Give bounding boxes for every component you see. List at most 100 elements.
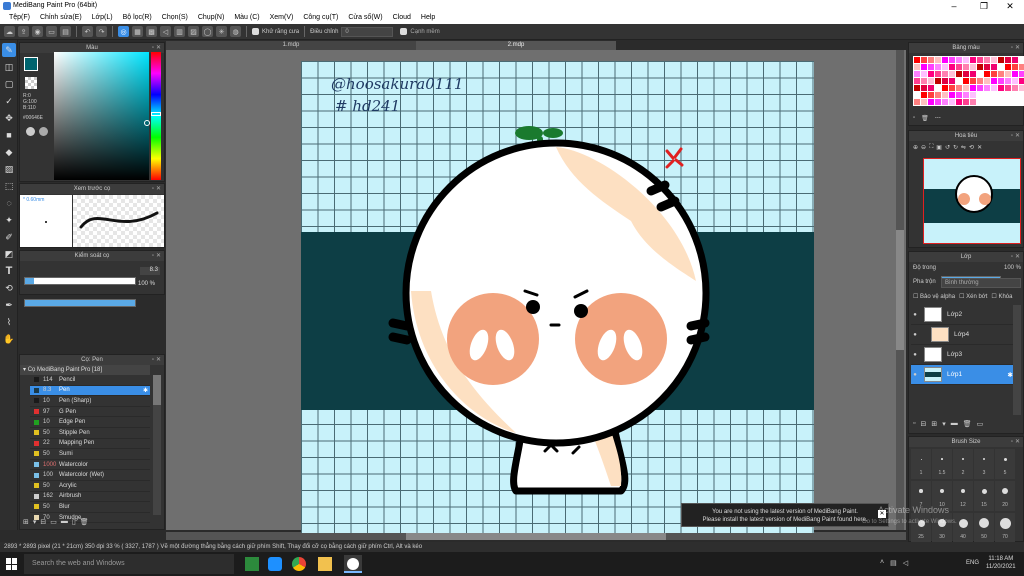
eye-icon[interactable]: ● — [911, 312, 919, 318]
palette-swatch[interactable] — [935, 99, 941, 105]
smooth-checkbox[interactable] — [400, 28, 408, 35]
clock[interactable]: 11:18 AM 11/20/2021 — [986, 555, 1016, 571]
palette-menu[interactable]: --- — [935, 115, 941, 122]
menu-filter[interactable]: Bộ lọc(R) — [118, 12, 157, 24]
palette-swatch[interactable] — [1012, 99, 1018, 105]
layer-menu-icon[interactable]: ▾ — [942, 420, 946, 428]
palette-swatch[interactable] — [921, 78, 927, 84]
brush-size-cell[interactable]: 1 — [911, 449, 931, 479]
palette-swatch[interactable] — [1012, 78, 1018, 84]
palette-swatch[interactable] — [977, 99, 983, 105]
rectangle-tool-icon[interactable]: ■ — [2, 128, 16, 142]
brush-size-grid[interactable]: 1 1.5 2 3 5 7 10 12 15 20 25 30 40 50 70 — [911, 449, 1015, 543]
layer-item[interactable]: ● Lớp4 — [911, 325, 1015, 345]
layer-item-selected[interactable]: ● Lớp1 ✱ — [911, 365, 1015, 385]
panel-close-icon[interactable]: ✕ — [156, 251, 161, 261]
trash-icon[interactable]: 🗑 — [921, 115, 929, 122]
palette-swatch[interactable] — [921, 99, 927, 105]
panel-float-icon[interactable]: ▫ — [1011, 437, 1013, 447]
brush-list-scrollbar[interactable] — [153, 375, 161, 515]
lock-checkbox[interactable]: ☐ Khóa — [991, 293, 1012, 300]
menu-tools[interactable]: Công cụ(T) — [298, 12, 343, 24]
brush-item[interactable]: 10 Pen (Sharp) — [30, 396, 150, 407]
palette-swatch[interactable] — [914, 71, 920, 77]
navigator-close-icon[interactable]: ✕ — [977, 144, 982, 151]
panel-float-icon[interactable]: ▫ — [1011, 252, 1013, 262]
palette-swatch[interactable] — [1005, 71, 1011, 77]
close-button[interactable]: ✕ — [996, 0, 1024, 12]
layer-item[interactable]: ● Lớp3 — [911, 345, 1015, 365]
layer-list-scrollbar[interactable] — [1013, 305, 1021, 415]
brush-copy-icon[interactable]: ▭ — [50, 518, 57, 526]
pen-tool-icon[interactable]: ✎ — [2, 43, 16, 57]
brush-size-cell[interactable]: 30 — [932, 513, 952, 543]
menu-color[interactable]: Màu (C) — [229, 12, 264, 24]
palette-swatch[interactable] — [998, 71, 1004, 77]
magic-wand-tool-icon[interactable]: ✦ — [2, 213, 16, 227]
palette-swatch[interactable] — [991, 92, 997, 98]
panel-close-icon[interactable]: ✕ — [156, 184, 161, 194]
tray-arrow-icon[interactable]: ˄ — [880, 559, 884, 567]
clipping-checkbox[interactable]: ☐ Xén bớt — [959, 293, 987, 300]
check-tool-icon[interactable]: ✓ — [2, 94, 16, 108]
hue-slider[interactable] — [151, 52, 161, 180]
palette-swatch[interactable] — [921, 85, 927, 91]
scrollbar-thumb[interactable] — [896, 230, 904, 350]
redo-icon[interactable]: ↷ — [96, 26, 107, 37]
palette-swatch[interactable] — [914, 92, 920, 98]
palette-swatch[interactable] — [1005, 85, 1011, 91]
brush-item-selected[interactable]: 8.3 Pen ✱ — [30, 385, 150, 397]
palette-swatch[interactable] — [1005, 57, 1011, 63]
panel-close-icon[interactable]: ✕ — [1015, 43, 1020, 53]
menu-snap[interactable]: Chụp(N) — [193, 12, 229, 24]
input-language[interactable]: ENG — [966, 560, 979, 566]
folder-icon[interactable] — [318, 557, 332, 571]
palette-swatch[interactable] — [949, 57, 955, 63]
color-settings-icon[interactable] — [39, 127, 48, 136]
palette-swatch[interactable] — [914, 78, 920, 84]
dot-tool-icon[interactable]: ▢ — [2, 77, 16, 91]
palette-swatch[interactable] — [949, 64, 955, 70]
palette-swatch[interactable] — [1012, 57, 1018, 63]
palette-swatch[interactable] — [970, 71, 976, 77]
palette-swatch[interactable] — [970, 78, 976, 84]
brush-size-cell[interactable]: 40 — [953, 513, 973, 543]
palette-swatch[interactable] — [1019, 92, 1024, 98]
palette-swatch[interactable] — [998, 99, 1004, 105]
chrome-icon[interactable] — [292, 557, 306, 571]
brush-item[interactable]: 97 G Pen — [30, 407, 150, 418]
palette-swatch[interactable] — [942, 85, 948, 91]
taskbar-search-input[interactable]: Search the web and Windows — [24, 554, 234, 574]
brush-item[interactable]: 50 Acrylic — [30, 481, 150, 492]
brush-size-cell[interactable]: 20 — [995, 481, 1015, 511]
zoom-out-icon[interactable]: ⊖ — [921, 144, 926, 151]
brush-item[interactable]: 1000 Watercolor — [30, 460, 150, 471]
canvas-vertical-scrollbar[interactable] — [896, 50, 904, 530]
palette-swatch[interactable] — [1019, 57, 1024, 63]
palette-swatch[interactable] — [977, 85, 983, 91]
brush-item[interactable]: 50 Blur — [30, 502, 150, 513]
palette-swatch[interactable] — [970, 99, 976, 105]
operation-tool-icon[interactable]: ⟲ — [2, 281, 16, 295]
brush-size-cell[interactable]: 70 — [995, 513, 1015, 543]
palette-swatch[interactable] — [1019, 78, 1024, 84]
palette-swatch[interactable] — [935, 85, 941, 91]
palette-swatch[interactable] — [984, 78, 990, 84]
adjust-input[interactable]: 0 — [341, 26, 394, 37]
palette-swatch[interactable] — [977, 92, 983, 98]
palette-swatch[interactable] — [949, 71, 955, 77]
palette-swatch[interactable] — [921, 71, 927, 77]
tab-doc-2[interactable]: 2.mdp — [416, 41, 616, 50]
eye-icon[interactable]: ● — [911, 372, 919, 378]
palette-swatch[interactable] — [977, 78, 983, 84]
color-wheel-icon[interactable] — [26, 127, 35, 136]
palette-swatch[interactable] — [942, 92, 948, 98]
brush-cloud-icon[interactable]: ▯ — [72, 518, 76, 526]
palette-swatch[interactable] — [956, 57, 962, 63]
brush-size-cell[interactable]: 12 — [953, 481, 973, 511]
panel-close-icon[interactable]: ✕ — [1015, 437, 1020, 447]
select-pen-tool-icon[interactable]: ✐ — [2, 230, 16, 244]
palette-swatch[interactable] — [942, 78, 948, 84]
merge-layer-icon[interactable]: ⊞ — [931, 420, 937, 428]
palette-swatch[interactable] — [928, 64, 934, 70]
